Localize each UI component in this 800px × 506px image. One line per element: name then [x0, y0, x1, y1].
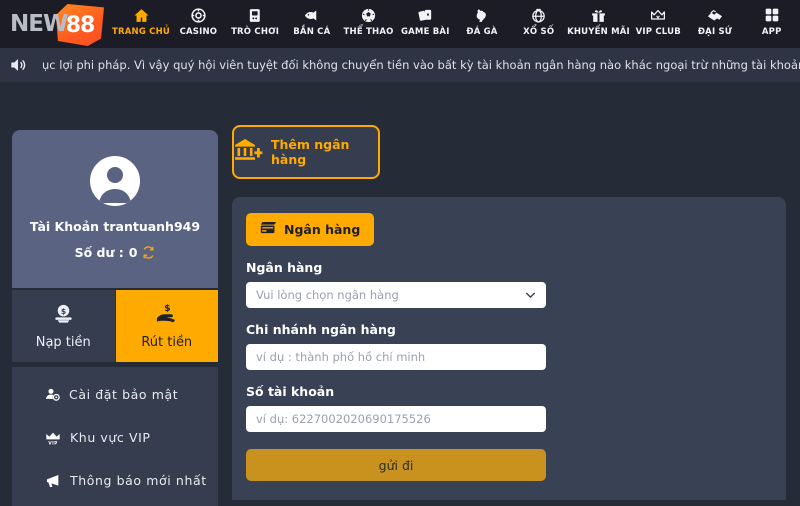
- megaphone-icon: [45, 473, 61, 489]
- announcement-bar: ục lợi phi pháp. Vì vậy quý hội viên tuy…: [0, 48, 800, 82]
- nav-item-the-thao[interactable]: THỂ THAO: [340, 5, 397, 48]
- bank-select-placeholder: Vui lòng chọn ngân hàng: [256, 288, 399, 302]
- balance-value: 0: [128, 245, 138, 260]
- account-number-field-label: Số tài khoản: [246, 384, 335, 399]
- branch-field-label: Chi nhánh ngân hàng: [246, 322, 396, 337]
- gift-icon: [590, 5, 607, 25]
- casino-chip-icon: [190, 5, 207, 25]
- top-navbar: NEW 88 TRANG CHỦ CASINO TRÒ CHƠI BẮN CÁ …: [0, 0, 800, 48]
- vip-crown-icon: VIP: [45, 430, 61, 446]
- handshake-icon: [706, 5, 724, 25]
- account-number-placeholder: ví dụ: 6227002020690175526: [256, 412, 431, 426]
- nav-item-game-bai[interactable]: GAME BÀI: [397, 5, 454, 48]
- bank-field-label: Ngân hàng: [246, 260, 323, 275]
- submit-button-label: gửi đi: [378, 457, 414, 473]
- balance-row: Số dư : 0: [75, 245, 156, 260]
- submit-button[interactable]: gửi đi: [246, 449, 546, 481]
- nav-item-dai-su[interactable]: ĐẠI SỨ: [687, 5, 744, 48]
- user-info-card: Tài Khoản trantuanh949 Số dư : 0: [12, 130, 218, 288]
- nav-item-app[interactable]: APP: [743, 5, 800, 48]
- money-tab-group: $ Nạp tiền $ Rút tiền: [12, 290, 218, 362]
- grid-apps-icon: [764, 5, 780, 25]
- nav-item-trang-chu[interactable]: TRANG CHỦ: [112, 5, 170, 48]
- sidebar-item-vip[interactable]: VIP Khu vực VIP: [12, 416, 218, 459]
- bank-tab-pill[interactable]: Ngân hàng: [246, 213, 375, 246]
- announcement-text: ục lợi phi pháp. Vì vậy quý hội viên tuy…: [42, 58, 800, 72]
- balance-label: Số dư :: [74, 245, 124, 260]
- bank-form-panel: Ngân hàng Ngân hàng Vui lòng chọn ngân h…: [232, 197, 786, 500]
- home-icon: [133, 5, 150, 25]
- slot-cards-icon: [247, 5, 264, 25]
- nav-item-label: BẮN CÁ: [293, 27, 331, 37]
- branch-input[interactable]: ví dụ : thành phố hồ chí minh: [246, 344, 546, 370]
- chevron-down-icon: [524, 289, 537, 302]
- sidebar-item-notifications[interactable]: Thông báo mới nhất: [12, 459, 218, 502]
- account-number-field: Số tài khoản ví dụ: 6227002020690175526: [246, 384, 772, 432]
- nav-item-label: XỔ SỐ: [523, 27, 555, 37]
- fish-icon: [303, 5, 321, 25]
- site-logo[interactable]: NEW 88: [0, 0, 112, 48]
- nav-item-label: TRÒ CHƠI: [231, 27, 280, 37]
- nav-item-xo-so[interactable]: XỔ SỐ: [510, 5, 567, 48]
- bank-field: Ngân hàng Vui lòng chọn ngân hàng: [246, 260, 772, 308]
- bank-select[interactable]: Vui lòng chọn ngân hàng: [246, 282, 546, 308]
- main-content: Thêm ngân hàng Ngân hàng Ngân hàng Vui l…: [232, 82, 788, 500]
- add-bank-label: Thêm ngân hàng: [271, 137, 350, 167]
- nav-item-label: TRANG CHỦ: [112, 27, 171, 37]
- deposit-tab[interactable]: $ Nạp tiền: [12, 290, 116, 362]
- sidebar-item-label: Cài đặt bảo mật: [69, 387, 179, 402]
- nav-item-label: CASINO: [179, 27, 218, 37]
- nav-item-label: VIP CLUB: [635, 27, 681, 37]
- lottery-ball-icon: [530, 5, 547, 25]
- nav-item-da-ga[interactable]: ĐÁ GÀ: [454, 5, 511, 48]
- nav-item-casino[interactable]: CASINO: [170, 5, 227, 48]
- bank-plus-icon: [234, 137, 264, 168]
- user-settings-icon: [45, 387, 60, 402]
- nav-item-list: TRANG CHỦ CASINO TRÒ CHƠI BẮN CÁ THỂ THA: [112, 0, 800, 48]
- account-name: Tài Khoản trantuanh949: [29, 219, 201, 234]
- nav-item-label: THỂ THAO: [343, 27, 394, 37]
- sidebar-item-label: Khu vực VIP: [70, 430, 151, 445]
- withdraw-hand-icon: $: [155, 302, 178, 329]
- nav-item-khuyen-mai[interactable]: KHUYẾN MÃI: [567, 5, 630, 48]
- account-number-input[interactable]: ví dụ: 6227002020690175526: [246, 406, 546, 432]
- nav-item-vip-club[interactable]: VIP CLUB: [630, 5, 687, 48]
- account-sidebar: Tài Khoản trantuanh949 Số dư : 0 $ Nạp t…: [12, 130, 218, 506]
- add-bank-button[interactable]: Thêm ngân hàng: [232, 125, 380, 179]
- bank-tab-label: Ngân hàng: [284, 222, 361, 237]
- nav-item-label: APP: [761, 27, 782, 37]
- rooster-icon: [473, 5, 490, 25]
- sidebar-menu: Cài đặt bảo mật VIP Khu vực VIP Thông bá…: [12, 367, 218, 506]
- nav-item-label: ĐÁ GÀ: [466, 27, 498, 37]
- branch-input-placeholder: ví dụ : thành phố hồ chí minh: [256, 350, 426, 364]
- svg-text:$: $: [165, 304, 171, 314]
- branch-field: Chi nhánh ngân hàng ví dụ : thành phố hồ…: [246, 322, 772, 370]
- nav-item-label: ĐẠI SỨ: [697, 27, 733, 37]
- nav-item-label: GAME BÀI: [400, 27, 450, 37]
- withdraw-tab[interactable]: $ Rút tiền: [115, 290, 218, 362]
- playing-cards-icon: [417, 5, 434, 25]
- nav-item-tro-choi[interactable]: TRÒ CHƠI: [227, 5, 284, 48]
- sidebar-item-label: Thông báo mới nhất: [70, 473, 207, 488]
- page-content: Tài Khoản trantuanh949 Số dư : 0 $ Nạp t…: [0, 82, 800, 506]
- deposit-coin-icon: $: [52, 302, 75, 329]
- crown-icon: [649, 5, 667, 25]
- svg-text:VIP: VIP: [48, 440, 57, 445]
- user-avatar-icon: [90, 156, 140, 206]
- nav-item-ban-ca[interactable]: BẮN CÁ: [283, 5, 340, 48]
- nav-item-label: KHUYẾN MÃI: [567, 27, 630, 37]
- soccer-ball-icon: [360, 5, 377, 25]
- money-tab-label: Rút tiền: [141, 335, 193, 350]
- refresh-icon[interactable]: [142, 246, 155, 259]
- sidebar-item-security[interactable]: Cài đặt bảo mật: [12, 373, 218, 416]
- svg-text:$: $: [61, 307, 66, 316]
- bank-card-icon: [260, 221, 277, 238]
- logo-badge-text: 88: [65, 12, 96, 38]
- money-tab-label: Nạp tiền: [35, 335, 91, 350]
- speaker-icon[interactable]: [8, 55, 28, 75]
